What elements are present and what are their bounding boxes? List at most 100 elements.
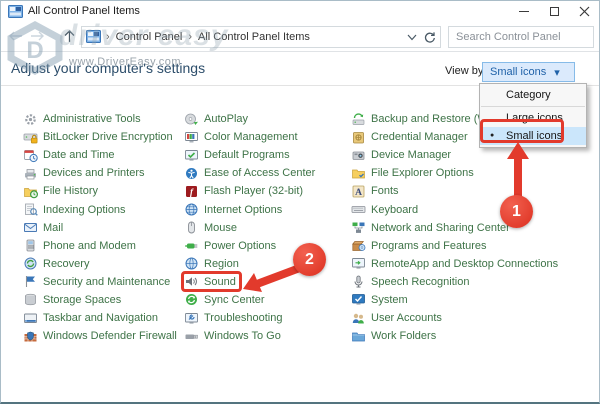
item-label: Mail: [43, 222, 63, 234]
window-title: All Control Panel Items: [28, 1, 140, 22]
color-mgmt-icon: [184, 130, 199, 145]
backup-icon: [351, 112, 366, 127]
control-panel-item-bitlocker-drive-encryption[interactable]: BitLocker Drive Encryption: [23, 128, 177, 146]
search-input[interactable]: [449, 31, 600, 43]
control-panel-item-color-management[interactable]: Color Management: [184, 128, 315, 146]
control-panel-item-user-accounts[interactable]: User Accounts: [351, 309, 558, 327]
control-panel-item-speech-recognition[interactable]: Speech Recognition: [351, 273, 558, 291]
forward-button[interactable]: [27, 26, 47, 46]
breadcrumb-separator-icon: ›: [188, 31, 192, 43]
item-label: AutoPlay: [204, 113, 248, 125]
control-panel-item-system[interactable]: System: [351, 291, 558, 309]
power-icon: [184, 238, 199, 253]
control-panel-item-ease-of-access-center[interactable]: Ease of Access Center: [184, 164, 315, 182]
control-panel-item-recovery[interactable]: Recovery: [23, 255, 177, 273]
back-button[interactable]: [5, 26, 25, 46]
item-label: Phone and Modem: [43, 240, 136, 252]
control-panel-item-windows-to-go[interactable]: Windows To Go: [184, 327, 315, 345]
control-panel-item-windows-defender-firewall[interactable]: Windows Defender Firewall: [23, 327, 177, 345]
phone-icon: [23, 238, 38, 253]
menu-separator: [481, 106, 585, 107]
control-panel-item-indexing-options[interactable]: Indexing Options: [23, 200, 177, 218]
svg-text:A: A: [355, 188, 362, 198]
mouse-icon: [184, 220, 199, 235]
breadcrumb-segment-all-control-panel-items[interactable]: All Control Panel Items: [198, 31, 310, 43]
control-panel-item-devices-and-printers[interactable]: Devices and Printers: [23, 164, 177, 182]
admin-tools-icon: [23, 112, 38, 127]
control-panel-item-taskbar-and-navigation[interactable]: Taskbar and Navigation: [23, 309, 177, 327]
autoplay-icon: [184, 112, 199, 127]
item-label: Speech Recognition: [371, 276, 469, 288]
control-panel-item-sync-center[interactable]: Sync Center: [184, 291, 315, 309]
region-icon: [184, 256, 199, 271]
item-label: Work Folders: [371, 330, 436, 342]
internet-icon: [184, 202, 199, 217]
control-panel-item-programs-and-features[interactable]: Programs and Features: [351, 237, 558, 255]
view-by-dropdown[interactable]: Small icons ▾: [482, 62, 575, 82]
up-button[interactable]: [59, 26, 79, 46]
maximize-button[interactable]: [539, 1, 569, 22]
radio-bullet-icon: ●: [490, 127, 494, 145]
control-panel-item-troubleshooting[interactable]: Troubleshooting: [184, 309, 315, 327]
keyboard-icon: [351, 202, 366, 217]
minimize-button[interactable]: [509, 1, 539, 22]
sync-icon: [184, 292, 199, 307]
view-by-label: View by:: [445, 65, 486, 77]
breadcrumb-separator-icon: ›: [106, 31, 110, 43]
view-by-value: Small icons: [490, 66, 546, 78]
credential-icon: [351, 130, 366, 145]
navigation-bar: › Control Panel › All Control Panel Items: [1, 22, 599, 52]
control-panel-item-administrative-tools[interactable]: Administrative Tools: [23, 110, 177, 128]
item-label: User Accounts: [371, 312, 442, 324]
item-label: Administrative Tools: [43, 113, 141, 125]
breadcrumb: › Control Panel › All Control Panel Items: [106, 31, 310, 43]
control-panel-item-power-options[interactable]: Power Options: [184, 237, 315, 255]
sound-icon: [184, 274, 199, 289]
control-panel-item-internet-options[interactable]: Internet Options: [184, 200, 315, 218]
file-history-icon: [23, 184, 38, 199]
mail-icon: [23, 220, 38, 235]
control-panel-item-phone-and-modem[interactable]: Phone and Modem: [23, 237, 177, 255]
item-label: Device Manager: [371, 149, 451, 161]
control-panel-item-mail[interactable]: Mail: [23, 219, 177, 237]
address-dropdown-chevron-icon[interactable]: [407, 34, 417, 41]
item-label: System: [371, 294, 408, 306]
fonts-icon: A: [351, 184, 366, 199]
item-label: Network and Sharing Center: [371, 222, 510, 234]
refresh-icon[interactable]: [423, 31, 436, 44]
control-panel-item-keyboard[interactable]: Keyboard: [351, 200, 558, 218]
menu-item-large-icons[interactable]: Large icons: [480, 109, 586, 127]
control-panel-item-file-history[interactable]: File History: [23, 182, 177, 200]
control-panel-item-storage-spaces[interactable]: Storage Spaces: [23, 291, 177, 309]
title-bar: All Control Panel Items: [1, 1, 599, 22]
item-label: Windows To Go: [204, 330, 281, 342]
control-panel-item-mouse[interactable]: Mouse: [184, 219, 315, 237]
work-folders-icon: [351, 329, 366, 344]
control-panel-item-security-and-maintenance[interactable]: Security and Maintenance: [23, 273, 177, 291]
menu-item-category[interactable]: Category: [480, 86, 586, 104]
control-panel-item-flash-player-32-bit[interactable]: fFlash Player (32-bit): [184, 182, 315, 200]
address-bar[interactable]: › Control Panel › All Control Panel Items: [81, 26, 441, 48]
menu-item-label: Large icons: [506, 112, 563, 124]
system-icon: [351, 292, 366, 307]
control-panel-item-date-and-time[interactable]: Date and Time: [23, 146, 177, 164]
control-panel-item-default-programs[interactable]: Default Programs: [184, 146, 315, 164]
control-panel-item-region[interactable]: Region: [184, 255, 315, 273]
breadcrumb-segment-control-panel[interactable]: Control Panel: [116, 31, 183, 43]
menu-item-small-icons[interactable]: ●Small icons: [480, 127, 586, 145]
control-panel-item-fonts[interactable]: A Fonts: [351, 182, 558, 200]
control-panel-item-autoplay[interactable]: AutoPlay: [184, 110, 315, 128]
control-panel-item-file-explorer-options[interactable]: File Explorer Options: [351, 164, 558, 182]
item-label: Security and Maintenance: [43, 276, 170, 288]
close-button[interactable]: [569, 1, 599, 22]
indexing-icon: [23, 202, 38, 217]
control-panel-item-work-folders[interactable]: Work Folders: [351, 327, 558, 345]
item-label: Credential Manager: [371, 131, 468, 143]
control-panel-item-remoteapp-and-desktop-connections[interactable]: RemoteApp and Desktop Connections: [351, 255, 558, 273]
item-label: Fonts: [371, 185, 399, 197]
control-panel-item-network-and-sharing-center[interactable]: Network and Sharing Center: [351, 219, 558, 237]
control-panel-item-device-manager[interactable]: Device Manager: [351, 146, 558, 164]
devices-printers-icon: [23, 166, 38, 181]
control-panel-item-sound[interactable]: Sound: [184, 273, 315, 291]
item-label: File Explorer Options: [371, 167, 474, 179]
